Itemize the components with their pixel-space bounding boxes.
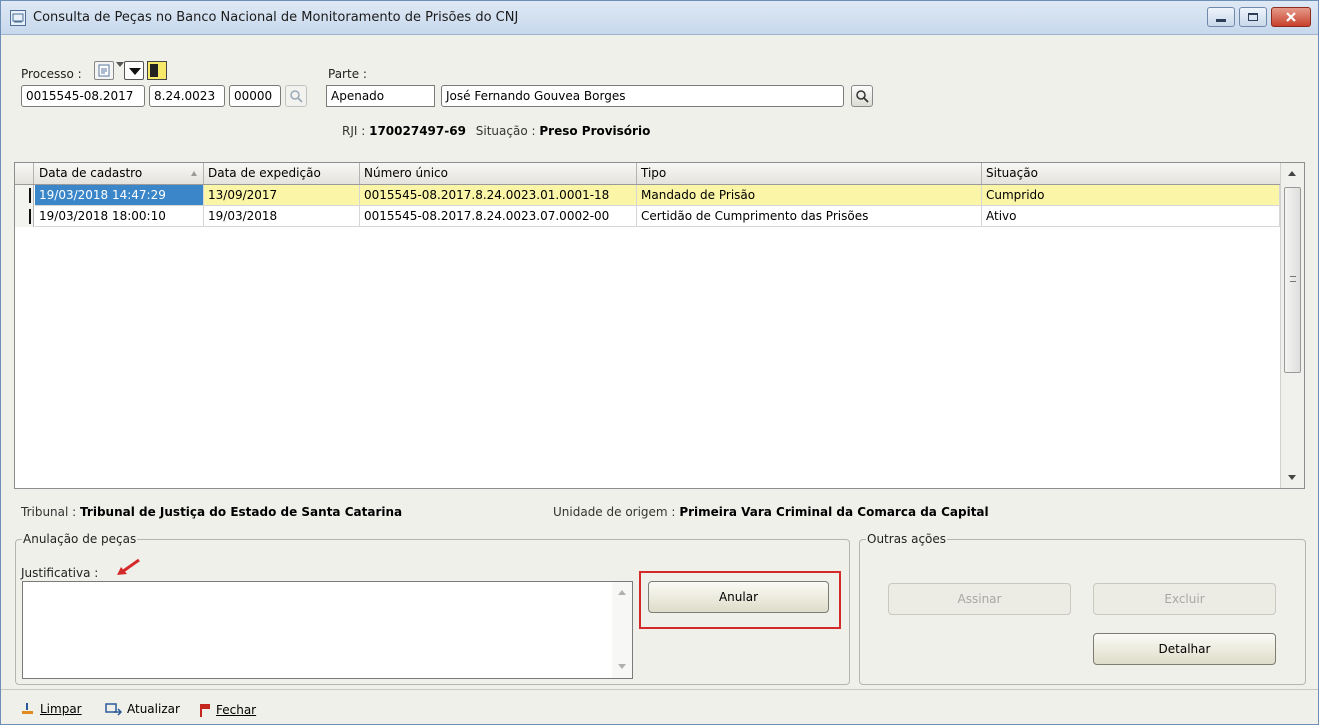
parte-label: Parte : [328, 67, 367, 81]
grip-icon [1290, 276, 1296, 282]
table-row[interactable]: 19/03/2018 18:00:10 19/03/2018 0015545-0… [15, 206, 1280, 227]
excluir-button[interactable]: Excluir [1093, 583, 1276, 615]
row-indicator [15, 185, 34, 206]
cell-data-cadastro[interactable]: 19/03/2018 18:00:10 [35, 206, 204, 227]
unidade-label: Unidade de origem : [553, 505, 676, 519]
minimize-button[interactable] [1207, 7, 1235, 27]
column-header-numero-unico[interactable]: Número único [360, 163, 637, 184]
flag-icon [200, 704, 210, 717]
column-header-situacao[interactable]: Situação [982, 163, 1280, 184]
cell-tipo[interactable]: Mandado de Prisão [637, 185, 982, 206]
tribunal-value: Tribunal de Justiça do Estado de Santa C… [80, 505, 403, 519]
parte-tipo-field[interactable]: Apenado [326, 85, 435, 107]
window-title: Consulta de Peças no Banco Nacional de M… [33, 10, 519, 25]
annotation-arrow-icon [117, 558, 140, 575]
atualizar-button[interactable]: Atualizar [105, 702, 180, 716]
table-row[interactable]: 19/03/2018 14:47:29 13/09/2017 0015545-0… [15, 185, 1280, 206]
caret-down-icon [129, 68, 141, 75]
app-window-icon [10, 10, 26, 26]
unidade-info: Unidade de origem : Primeira Vara Crimin… [553, 505, 989, 519]
minimize-icon [1216, 18, 1226, 22]
maximize-button[interactable] [1239, 7, 1267, 27]
anular-button[interactable]: Anular [648, 581, 829, 613]
footer-toolbar: Limpar Atualizar Fechar [1, 689, 1318, 725]
refresh-icon [105, 703, 123, 716]
search-icon [856, 90, 869, 103]
fechar-button[interactable]: Fechar [198, 702, 256, 718]
tribunal-label: Tribunal : [21, 505, 77, 519]
column-header-tipo[interactable]: Tipo [637, 163, 982, 184]
column-label: Situação [986, 166, 1038, 180]
document-icon[interactable] [94, 61, 114, 80]
situacao-value: Preso Provisório [539, 124, 651, 138]
grid-vertical-scrollbar[interactable] [1280, 163, 1304, 488]
situacao-label: Situação : [475, 124, 536, 138]
scroll-up-icon[interactable] [1288, 171, 1296, 176]
cell-tipo[interactable]: Certidão de Cumprimento das Prisões [637, 206, 982, 227]
limpar-button[interactable]: Limpar [20, 702, 82, 716]
sort-asc-icon [191, 171, 197, 176]
processo-label: Processo : [21, 67, 82, 81]
scroll-down-icon[interactable] [1288, 475, 1296, 480]
justificativa-label: Justificativa : [21, 566, 99, 580]
cell-situacao[interactable]: Ativo [982, 206, 1280, 227]
column-label: Data de cadastro [39, 166, 143, 180]
maximize-icon [1248, 13, 1258, 21]
column-header-data-cadastro[interactable]: Data de cadastro [35, 163, 204, 184]
notes-icon[interactable] [147, 61, 167, 80]
unidade-value: Primeira Vara Criminal da Comarca da Cap… [679, 505, 989, 519]
chevron-down-icon[interactable] [116, 62, 124, 67]
justificativa-textarea[interactable] [22, 581, 633, 679]
rji-label: RJI : [342, 124, 366, 138]
detalhar-button[interactable]: Detalhar [1093, 633, 1276, 665]
broom-icon [22, 703, 33, 714]
grid-corner [15, 163, 34, 184]
fechar-label: Fechar [216, 703, 257, 717]
rji-info: RJI : 170027497-69 Situação : Preso Prov… [342, 124, 650, 138]
scroll-thumb[interactable] [1284, 187, 1301, 373]
outras-acoes-group-title: Outras ações [866, 532, 948, 546]
pecas-grid[interactable]: Data de cadastro Data de expedição Númer… [14, 162, 1305, 489]
assinar-button[interactable]: Assinar [888, 583, 1071, 615]
cell-data-cadastro[interactable]: 19/03/2018 14:47:29 [35, 185, 204, 206]
cell-data-expedicao[interactable]: 19/03/2018 [204, 206, 360, 227]
scroll-down-icon[interactable] [618, 664, 626, 669]
cell-numero-unico[interactable]: 0015545-08.2017.8.24.0023.01.0001-18 [360, 185, 637, 206]
anulacao-group-title: Anulação de peças [22, 532, 138, 546]
column-label: Número único [364, 166, 448, 180]
cell-numero-unico[interactable]: 0015545-08.2017.8.24.0023.07.0002-00 [360, 206, 637, 227]
processo-search-button[interactable] [285, 85, 307, 107]
close-window-button[interactable] [1271, 7, 1311, 27]
dropdown-button[interactable] [124, 61, 144, 80]
atualizar-label: Atualizar [127, 702, 180, 716]
textarea-scrollbar[interactable] [612, 582, 632, 678]
column-label: Tipo [641, 166, 667, 180]
cell-data-expedicao[interactable]: 13/09/2017 [204, 185, 360, 206]
parte-search-button[interactable] [851, 85, 873, 107]
main-window: Consulta de Peças no Banco Nacional de M… [0, 0, 1319, 725]
grid-header: Data de cadastro Data de expedição Númer… [15, 163, 1280, 185]
processo-numero-field[interactable]: 0015545-08.2017 [21, 85, 145, 107]
limpar-label: Limpar [40, 702, 82, 716]
parte-nome-field[interactable]: José Fernando Gouvea Borges [441, 85, 844, 107]
processo-segmento-field[interactable]: 8.24.0023 [149, 85, 225, 107]
scroll-up-icon[interactable] [618, 590, 626, 595]
row-pointer-icon [29, 188, 31, 203]
processo-sequencial-field[interactable]: 00000 [229, 85, 281, 107]
rji-value: 170027497-69 [369, 124, 466, 138]
column-header-data-expedicao[interactable]: Data de expedição [204, 163, 360, 184]
cell-situacao[interactable]: Cumprido [982, 185, 1280, 206]
tribunal-info: Tribunal : Tribunal de Justiça do Estado… [21, 505, 402, 519]
search-icon [290, 90, 303, 103]
close-icon [1286, 12, 1296, 22]
column-label: Data de expedição [208, 166, 321, 180]
row-indicator [15, 206, 34, 227]
title-bar: Consulta de Peças no Banco Nacional de M… [1, 1, 1318, 35]
